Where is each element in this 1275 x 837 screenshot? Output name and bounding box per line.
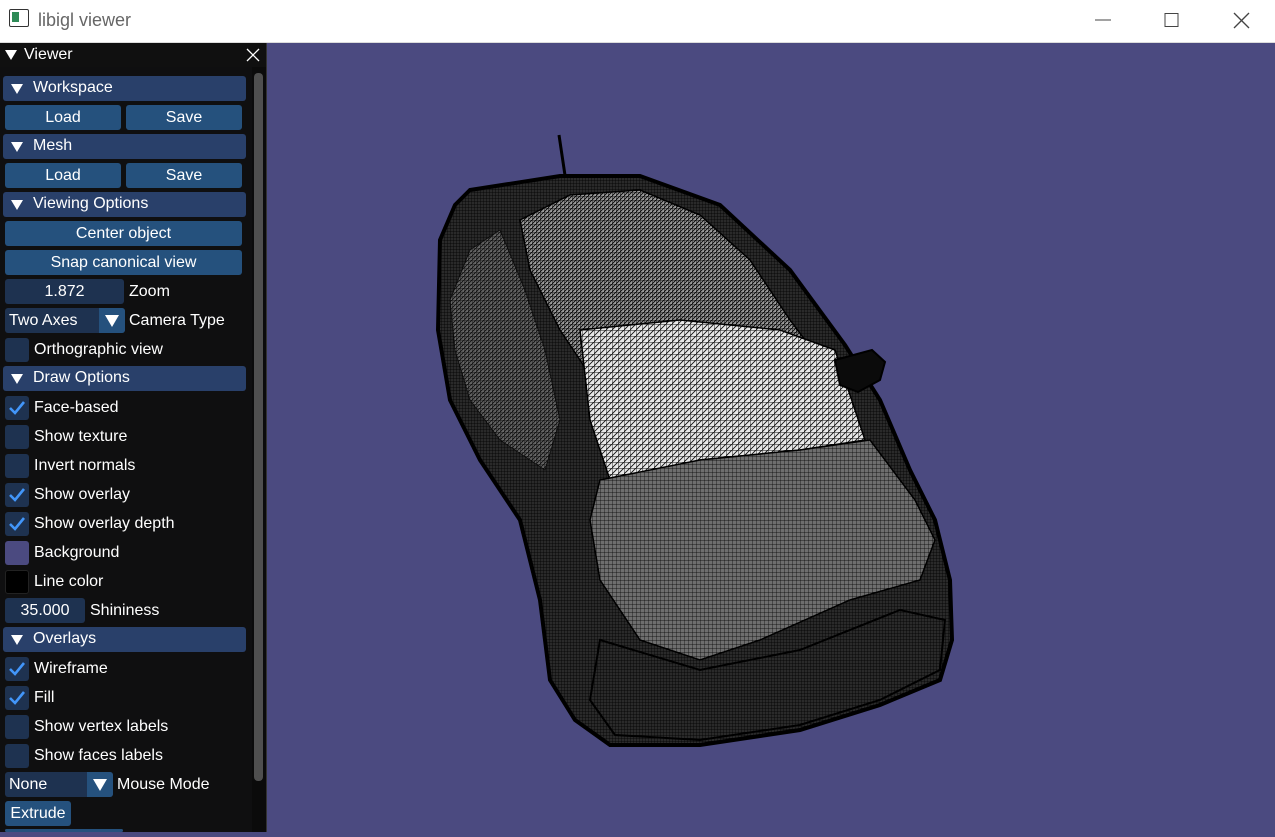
fill-checkbox[interactable] <box>5 686 29 710</box>
section-mesh[interactable]: Mesh <box>3 134 246 159</box>
chevron-down-icon[interactable] <box>99 308 125 333</box>
check-icon <box>9 691 26 705</box>
mouse-mode-value: None <box>9 776 48 793</box>
section-workspace-title: Workspace <box>33 79 113 96</box>
workspace-load-button[interactable]: Load <box>5 105 121 130</box>
wireframe-label: Wireframe <box>34 660 108 677</box>
show-texture-label: Show texture <box>34 428 128 445</box>
check-icon <box>9 401 26 415</box>
section-overlays[interactable]: Overlays <box>3 627 246 652</box>
app-window-icon <box>9 9 29 27</box>
viewer-panel-header[interactable]: Viewer <box>0 43 266 67</box>
line-color-swatch[interactable] <box>5 570 29 594</box>
viewer-panel: Viewer Workspace Load Save Mesh Load Sav… <box>0 43 267 832</box>
show-vertex-labels-label: Show vertex labels <box>34 718 169 735</box>
zoom-label: Zoom <box>129 283 170 300</box>
chevron-down-icon[interactable] <box>87 772 113 797</box>
line-color-label: Line color <box>34 573 104 590</box>
mesh-load-button[interactable]: Load <box>5 163 121 188</box>
show-overlay-depth-label: Show overlay depth <box>34 515 175 532</box>
face-based-checkbox[interactable] <box>5 396 29 420</box>
shininess-input[interactable]: 35.000 <box>5 598 85 623</box>
section-viewing-options-title: Viewing Options <box>33 195 149 212</box>
section-viewing-options[interactable]: Viewing Options <box>3 192 246 217</box>
snap-canonical-view-button[interactable]: Snap canonical view <box>5 250 242 275</box>
camera-type-label: Camera Type <box>129 312 225 329</box>
collapse-triangle-icon[interactable] <box>4 49 18 61</box>
show-overlay-label: Show overlay <box>34 486 131 503</box>
center-object-button[interactable]: Center object <box>5 221 242 246</box>
extrude-button[interactable]: Extrude <box>5 801 71 826</box>
check-icon <box>9 517 26 531</box>
mouse-mode-select[interactable]: None <box>5 772 113 797</box>
window-titlebar: libigl viewer <box>0 0 1275 43</box>
show-faces-labels-checkbox[interactable] <box>5 744 29 768</box>
collapse-triangle-icon <box>11 200 23 210</box>
panel-scrollbar-thumb[interactable] <box>254 73 263 781</box>
workspace-save-button[interactable]: Save <box>126 105 242 130</box>
invert-normals-checkbox[interactable] <box>5 454 29 478</box>
mesh-save-button[interactable]: Save <box>126 163 242 188</box>
orthographic-view-checkbox[interactable] <box>5 338 29 362</box>
shininess-label: Shininess <box>90 602 160 619</box>
camera-type-value: Two Axes <box>9 312 78 329</box>
show-overlay-depth-checkbox[interactable] <box>5 512 29 536</box>
fill-label: Fill <box>34 689 55 706</box>
section-draw-options-title: Draw Options <box>33 369 130 386</box>
show-overlay-checkbox[interactable] <box>5 483 29 507</box>
camera-type-select[interactable]: Two Axes <box>5 308 125 333</box>
viewport-3d[interactable] <box>267 43 1275 832</box>
wireframe-checkbox[interactable] <box>5 657 29 681</box>
collapse-triangle-icon <box>11 635 23 645</box>
window-title: libigl viewer <box>38 10 132 30</box>
show-vertex-labels-checkbox[interactable] <box>5 715 29 739</box>
car-mesh-render[interactable] <box>267 43 1275 832</box>
show-faces-labels-label: Show faces labels <box>34 747 163 764</box>
invert-normals-label: Invert normals <box>34 457 136 474</box>
background-color-swatch[interactable] <box>5 541 29 565</box>
panel-close-icon[interactable] <box>245 47 261 63</box>
check-icon <box>9 662 26 676</box>
collapse-triangle-icon <box>11 374 23 384</box>
minimize-icon[interactable] <box>1080 0 1126 42</box>
collapse-triangle-icon <box>11 142 23 152</box>
close-icon[interactable] <box>1219 0 1265 42</box>
zoom-input[interactable]: 1.872 <box>5 279 124 304</box>
background-label: Background <box>34 544 120 561</box>
mouse-mode-label: Mouse Mode <box>117 776 210 793</box>
face-based-label: Face-based <box>34 399 119 416</box>
viewer-panel-title: Viewer <box>24 46 73 63</box>
section-workspace[interactable]: Workspace <box>3 76 246 101</box>
orthographic-view-label: Orthographic view <box>34 341 163 358</box>
section-draw-options[interactable]: Draw Options <box>3 366 246 391</box>
show-texture-checkbox[interactable] <box>5 425 29 449</box>
check-icon <box>9 488 26 502</box>
section-mesh-title: Mesh <box>33 137 73 154</box>
collapse-triangle-icon <box>11 84 23 94</box>
maximize-icon[interactable] <box>1149 0 1195 42</box>
section-overlays-title: Overlays <box>33 630 97 647</box>
